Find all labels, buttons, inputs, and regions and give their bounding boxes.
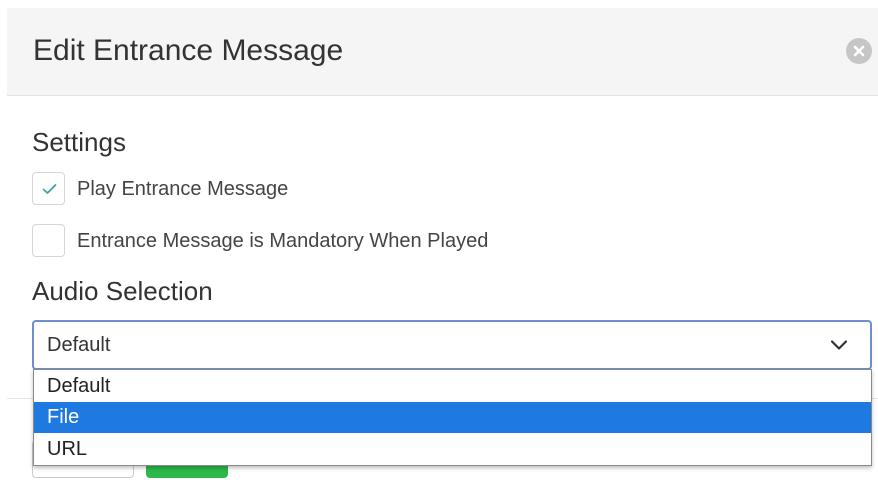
mandatory-when-played-checkbox[interactable] — [32, 224, 65, 257]
mandatory-when-played-label: Entrance Message is Mandatory When Playe… — [77, 230, 489, 252]
dialog-header: Edit Entrance Message — [7, 8, 878, 96]
close-button[interactable] — [846, 38, 872, 64]
audio-selection-heading: Audio Selection — [32, 276, 213, 306]
close-circle-icon — [853, 45, 865, 57]
audio-selection-select[interactable]: Default — [32, 320, 872, 370]
edit-entrance-message-dialog: Edit Entrance Message Settings Play Entr… — [0, 0, 878, 490]
dialog-title: Edit Entrance Message — [33, 34, 344, 67]
select-current-value: Default — [47, 334, 111, 356]
settings-heading: Settings — [32, 127, 126, 157]
chevron-down-icon — [830, 340, 848, 350]
checkmark-icon — [42, 184, 57, 194]
option-default[interactable]: Default — [34, 371, 871, 402]
audio-selection-dropdown: Default File URL — [33, 369, 872, 466]
option-file[interactable]: File — [34, 402, 871, 433]
play-entrance-message-label: Play Entrance Message — [77, 178, 289, 200]
option-url[interactable]: URL — [34, 434, 871, 465]
play-entrance-message-checkbox[interactable] — [32, 172, 65, 205]
